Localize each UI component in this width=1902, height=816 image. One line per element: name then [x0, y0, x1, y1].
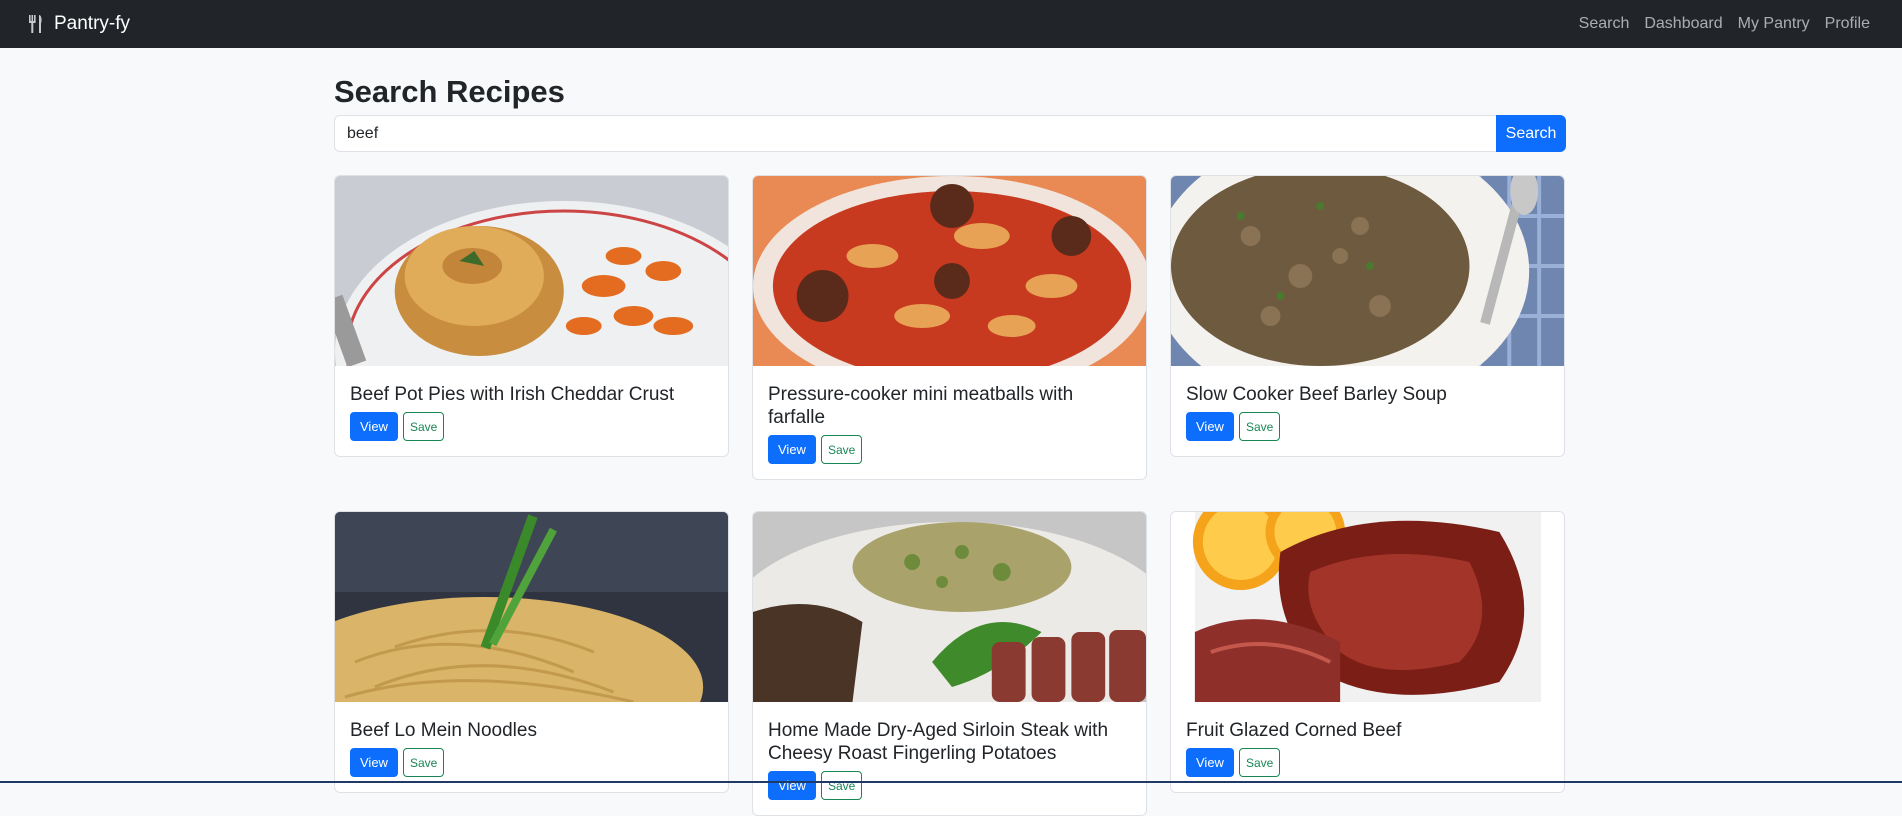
brand-name: Pantry-fy: [54, 13, 131, 34]
recipe-title: Slow Cooker Beef Barley Soup: [1186, 384, 1447, 405]
recipe-title: Fruit Glazed Corned Beef: [1186, 720, 1402, 741]
card-body: Slow Cooker Beef Barley Soup View Save: [1171, 366, 1564, 456]
card-actions: View Save: [350, 748, 713, 777]
nav-link-my-pantry[interactable]: My Pantry: [1738, 15, 1810, 33]
card-actions: View Save: [768, 771, 1131, 800]
search-form: Search: [334, 115, 1566, 152]
card-actions: View Save: [1186, 412, 1549, 441]
card-body: Fruit Glazed Corned Beef View Save: [1171, 702, 1564, 792]
view-button[interactable]: View: [1186, 748, 1234, 777]
card-actions: View Save: [350, 412, 713, 441]
card-body: Beef Pot Pies with Irish Cheddar Crust V…: [335, 366, 728, 456]
recipe-card: Beef Lo Mein Noodles View Save: [334, 511, 729, 793]
view-button[interactable]: View: [768, 435, 816, 464]
recipe-card: Fruit Glazed Corned Beef View Save: [1170, 511, 1565, 793]
save-button[interactable]: Save: [402, 748, 445, 777]
save-button[interactable]: Save: [1238, 412, 1281, 441]
view-button[interactable]: View: [1186, 412, 1234, 441]
save-button[interactable]: Save: [820, 771, 863, 800]
top-navbar: Pantry-fy Search Dashboard My Pantry Pro…: [0, 0, 1902, 48]
recipe-title: Beef Pot Pies with Irish Cheddar Crust: [350, 384, 675, 405]
recipe-title: Home Made Dry-Aged Sirloin Steak with Ch…: [768, 720, 1109, 764]
nav-links: Search Dashboard My Pantry Profile: [1579, 0, 1870, 48]
page-title: Search Recipes: [334, 74, 565, 109]
card-body: Home Made Dry-Aged Sirloin Steak with Ch…: [753, 702, 1146, 815]
sirloin-steak-photo: [753, 512, 1146, 702]
recipe-card: Home Made Dry-Aged Sirloin Steak with Ch…: [752, 511, 1147, 816]
corned-beef-photo: [1171, 512, 1564, 702]
save-button[interactable]: Save: [1238, 748, 1281, 777]
card-actions: View Save: [1186, 748, 1549, 777]
barley-soup-photo: [1171, 176, 1564, 366]
meatball-pasta-photo: [753, 176, 1146, 366]
utensils-icon: [29, 15, 42, 33]
recipe-card: Pressure-cooker mini meatballs with farf…: [752, 175, 1147, 480]
lo-mein-photo: [335, 512, 728, 702]
card-body: Pressure-cooker mini meatballs with farf…: [753, 366, 1146, 479]
recipe-card: Beef Pot Pies with Irish Cheddar Crust V…: [334, 175, 729, 457]
recipe-title: Pressure-cooker mini meatballs with farf…: [768, 384, 1074, 428]
view-button[interactable]: View: [350, 748, 398, 777]
recipe-title: Beef Lo Mein Noodles: [350, 720, 537, 741]
recipe-card: Slow Cooker Beef Barley Soup View Save: [1170, 175, 1565, 457]
nav-link-dashboard[interactable]: Dashboard: [1644, 15, 1722, 33]
view-button[interactable]: View: [768, 771, 816, 800]
main-container: Search Recipes Search Beef Pot P: [334, 48, 1566, 816]
card-actions: View Save: [768, 435, 1131, 464]
brand-link[interactable]: Pantry-fy: [28, 0, 130, 48]
nav-link-search[interactable]: Search: [1579, 15, 1630, 33]
save-button[interactable]: Save: [402, 412, 445, 441]
search-input[interactable]: [334, 115, 1496, 152]
search-button[interactable]: Search: [1496, 115, 1566, 152]
pot-pie-photo: [335, 176, 728, 366]
nav-link-profile[interactable]: Profile: [1825, 15, 1870, 33]
save-button[interactable]: Save: [820, 435, 863, 464]
card-body: Beef Lo Mein Noodles View Save: [335, 702, 728, 792]
view-button[interactable]: View: [350, 412, 398, 441]
